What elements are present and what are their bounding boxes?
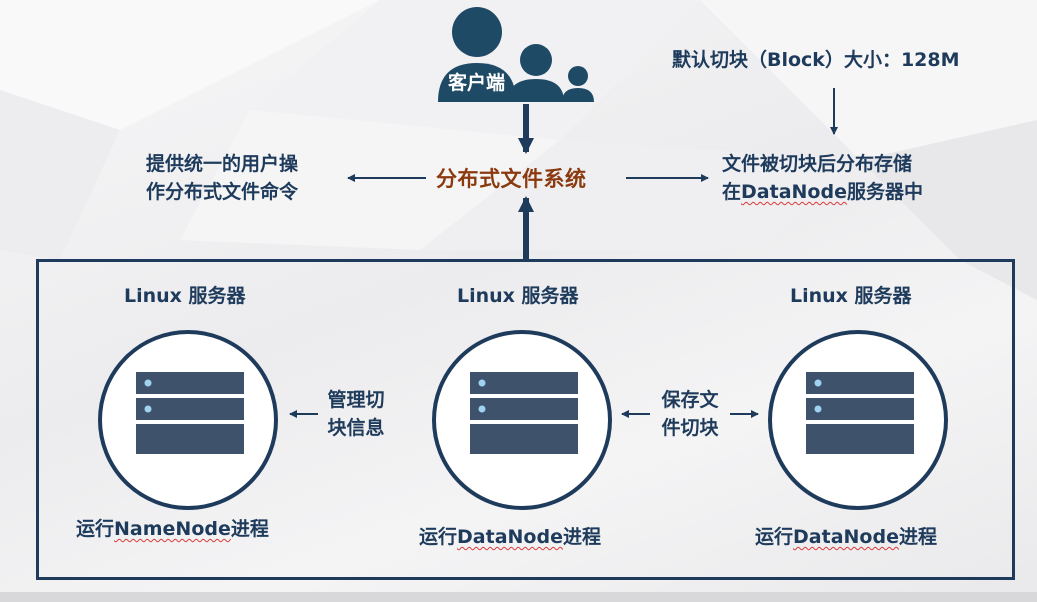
server-3-process-suffix: 进程 [898, 526, 937, 548]
server-2-process-suffix: 进程 [562, 526, 601, 548]
manage-block-note: 管理切 块信息 [316, 386, 396, 442]
server-2-process-term: DataNode [457, 526, 563, 548]
server-1-process-term: NameNode [114, 518, 231, 540]
server-1-process-prefix: 运行 [76, 518, 115, 540]
server-3-label: Linux 服务器 [790, 285, 912, 307]
server-2-icon [432, 330, 612, 510]
server-2-label: Linux 服务器 [457, 285, 579, 307]
server-3-icon [768, 330, 948, 510]
server-1-process-suffix: 进程 [230, 518, 269, 540]
save-block-note-line2: 件切块 [661, 417, 719, 439]
save-block-note: 保存文 件切块 [650, 386, 730, 442]
server-3-process: 运行DataNode进程 [755, 522, 937, 549]
bottom-bar [0, 592, 1037, 602]
server-1-process: 运行NameNode进程 [76, 514, 269, 541]
server-3-process-term: DataNode [793, 526, 899, 548]
server-3-process-prefix: 运行 [755, 526, 794, 548]
manage-block-note-line2: 块信息 [327, 417, 385, 439]
server-1-label: Linux 服务器 [124, 285, 246, 307]
server-1-icon [98, 330, 278, 510]
save-block-note-line1: 保存文 [661, 389, 719, 411]
server-2-process-prefix: 运行 [419, 526, 458, 548]
server-2-process: 运行DataNode进程 [419, 522, 601, 549]
manage-block-note-line1: 管理切 [327, 389, 385, 411]
